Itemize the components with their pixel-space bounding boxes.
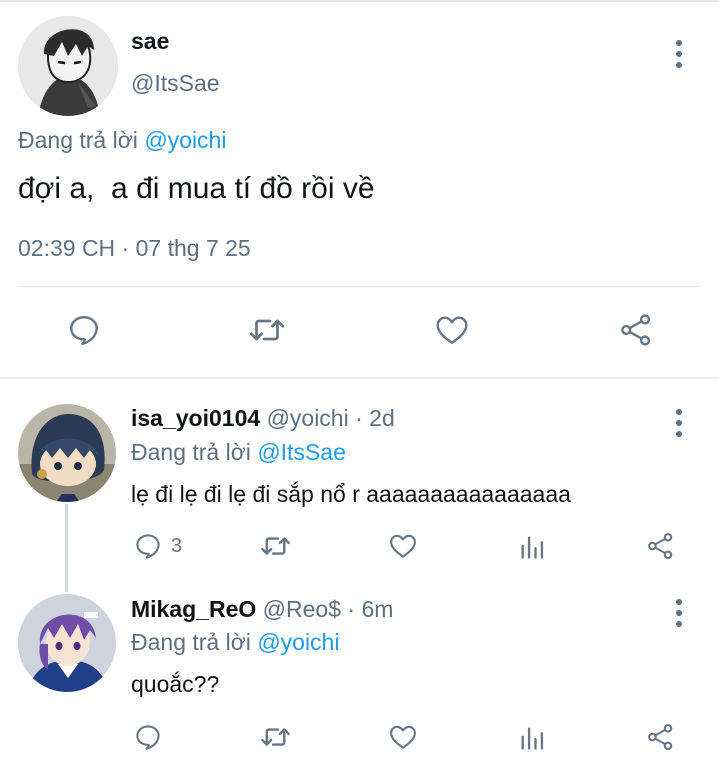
more-dot-icon <box>676 621 682 627</box>
heart-icon <box>390 534 416 558</box>
timestamp-divider <box>18 286 700 287</box>
tweet-timestamp[interactable]: 02:39 CH · 07 thg 7 25 <box>18 235 251 262</box>
reply-button[interactable]: 3 <box>133 531 182 561</box>
heart-icon <box>390 725 416 749</box>
replying-to: Đang trả lời @ItsSae <box>131 439 346 466</box>
reply-author-name[interactable]: Mikag_ReO <box>131 596 256 622</box>
analytics-button[interactable] <box>518 724 546 752</box>
more-options-button[interactable] <box>676 599 682 627</box>
reply-header: Mikag_ReO @Reo$ · 6m <box>131 596 393 623</box>
reply-author-handle[interactable]: @Reo$ <box>263 596 341 622</box>
avatar-isa-yoi0104[interactable] <box>18 404 116 502</box>
share-button[interactable] <box>645 531 676 561</box>
retweet-icon <box>261 728 290 746</box>
retweet-button[interactable] <box>259 722 292 752</box>
bar-chart-icon <box>521 536 544 559</box>
comment-icon <box>136 534 160 559</box>
more-options-button[interactable] <box>676 409 682 437</box>
share-icon <box>648 723 673 751</box>
retweet-button[interactable] <box>247 312 287 348</box>
reply-button[interactable] <box>66 312 102 348</box>
avatar-image <box>18 16 118 116</box>
avatar-sae[interactable] <box>18 16 118 116</box>
avatar-mikag-reo[interactable] <box>18 594 116 692</box>
retweet-icon <box>261 537 290 555</box>
reply-text: quoắc?? <box>131 671 220 697</box>
more-dot-icon <box>676 40 682 46</box>
comment-icon <box>136 725 160 750</box>
retweet-icon <box>249 319 285 341</box>
replying-to-label: Đang trả lời <box>131 629 251 655</box>
replying-to-label: Đang trả lời <box>131 439 251 465</box>
thread-line <box>65 504 68 592</box>
more-dot-icon <box>676 51 682 57</box>
more-options-button[interactable] <box>676 40 682 68</box>
tweet-text: đợi a, a đi mua tí đồ rồi về <box>18 172 375 205</box>
like-button[interactable] <box>387 722 419 752</box>
reply-header: isa_yoi0104 @yoichi · 2d <box>131 405 395 432</box>
like-button[interactable] <box>387 531 419 561</box>
reply-time[interactable]: · 6m <box>347 596 393 622</box>
more-dot-icon <box>676 610 682 616</box>
more-dot-icon <box>676 599 682 605</box>
reply-author-handle[interactable]: @yoichi <box>267 405 349 431</box>
top-divider <box>0 0 719 2</box>
analytics-button[interactable] <box>518 533 546 561</box>
reply-button[interactable] <box>133 722 171 752</box>
share-button[interactable] <box>645 722 676 752</box>
more-dot-icon <box>676 420 682 426</box>
share-button[interactable] <box>617 312 655 348</box>
reply-author-name[interactable]: isa_yoi0104 <box>131 405 260 431</box>
replying-to: Đang trả lời @yoichi <box>131 629 339 656</box>
retweet-button[interactable] <box>259 531 292 561</box>
replying-to-link[interactable]: @yoichi <box>144 127 226 153</box>
section-divider <box>0 377 719 379</box>
replying-to-link[interactable]: @yoichi <box>257 629 339 655</box>
more-dot-icon <box>676 409 682 415</box>
comment-icon <box>70 316 98 345</box>
like-button[interactable] <box>433 312 471 348</box>
heart-icon <box>436 316 468 344</box>
author-display-name[interactable]: sae <box>131 28 169 55</box>
avatar-image <box>18 594 116 692</box>
replying-to: Đang trả lời @yoichi <box>18 127 226 154</box>
replying-to-label: Đang trả lời <box>18 127 138 153</box>
more-dot-icon <box>676 431 682 437</box>
avatar-image <box>18 404 116 502</box>
reply-time[interactable]: · 2d <box>355 405 395 431</box>
reply-count: 3 <box>171 534 183 557</box>
more-dot-icon <box>676 62 682 68</box>
replying-to-link[interactable]: @ItsSae <box>257 439 346 465</box>
author-handle[interactable]: @ItsSae <box>131 70 220 97</box>
share-icon <box>648 532 673 560</box>
share-icon <box>621 314 651 346</box>
bar-chart-icon <box>521 727 544 750</box>
reply-text: lẹ đi lẹ đi lẹ đi sắp nổ r aaaaaaaaaaaaa… <box>131 481 571 507</box>
